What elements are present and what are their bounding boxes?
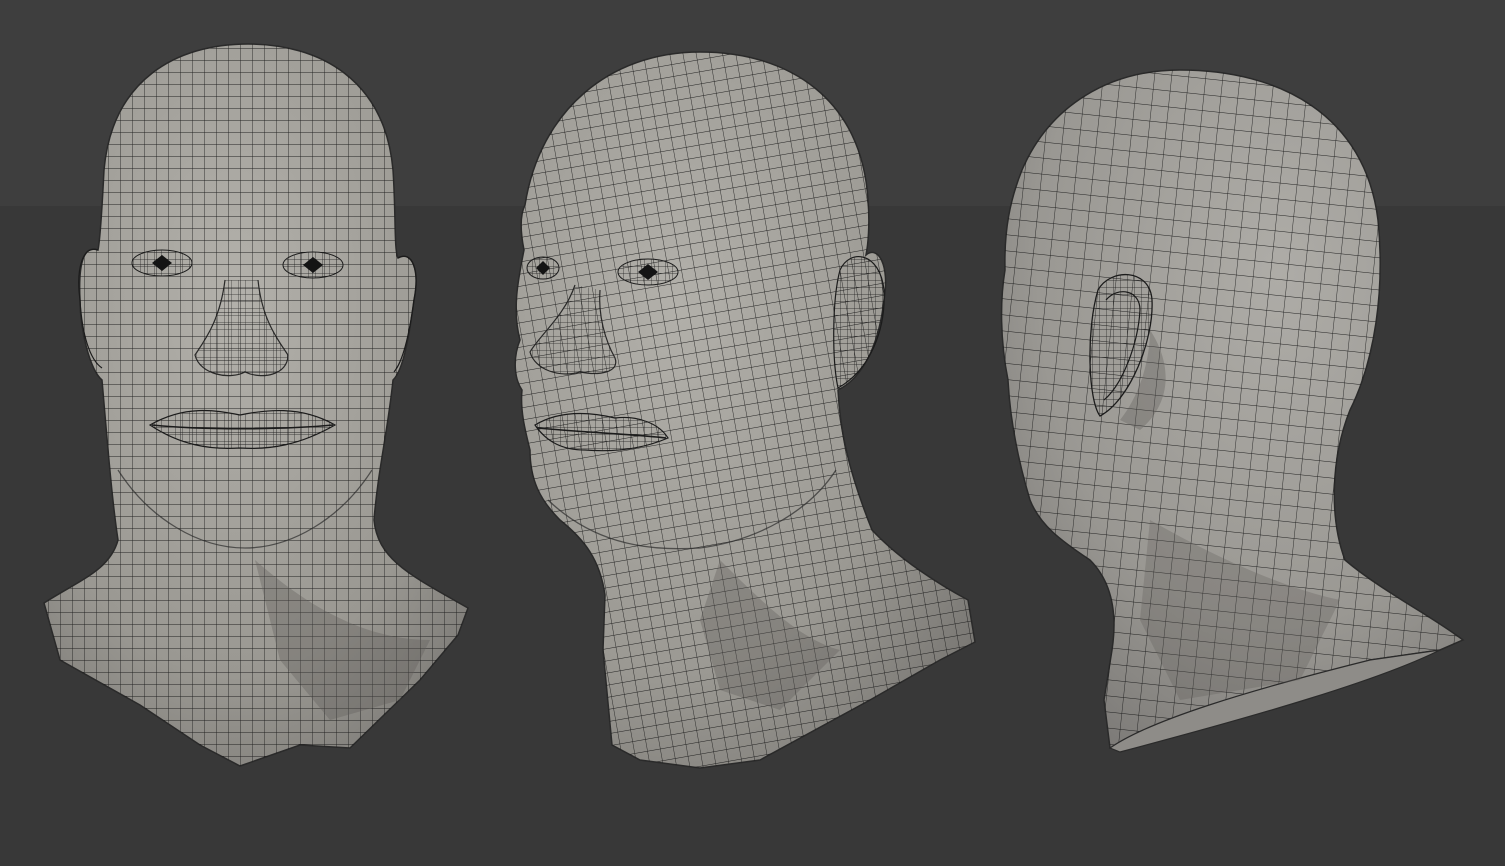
3d-viewport[interactable] [0, 0, 1505, 866]
three-quarter-view-head [514, 51, 976, 769]
scene-canvas [43, 43, 1465, 769]
rear-three-quarter-view-head [1000, 69, 1465, 753]
front-view-head [43, 43, 469, 767]
three-quarter-ear [833, 255, 885, 389]
